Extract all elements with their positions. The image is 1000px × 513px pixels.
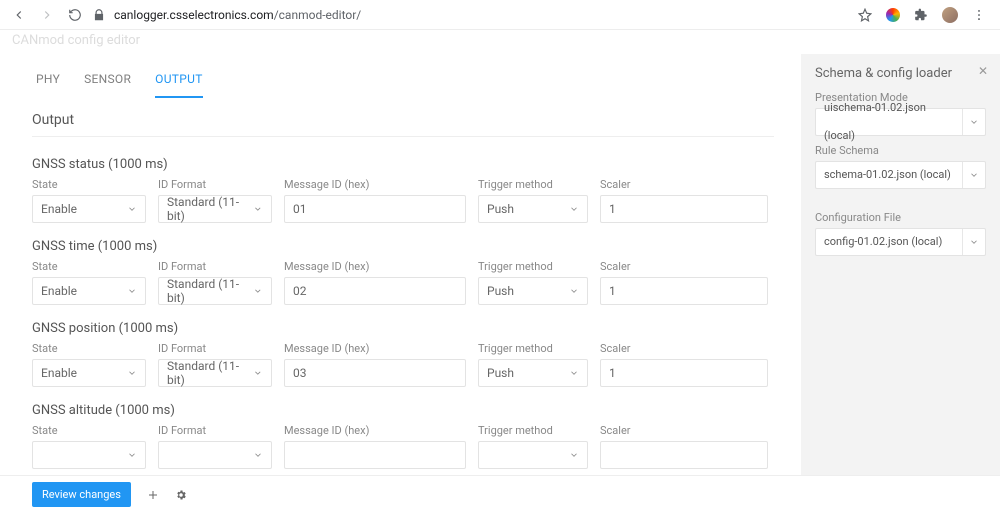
trigger-select[interactable]: Push — [478, 195, 588, 223]
group-title: GNSS altitude (1000 ms) — [32, 403, 801, 418]
main-form: PHY SENSOR OUTPUT Output GNSS status (10… — [0, 54, 801, 475]
extension-color-icon[interactable] — [886, 8, 900, 22]
chevron-down-icon — [569, 286, 579, 296]
msgid-input[interactable] — [284, 441, 466, 469]
tab-sensor[interactable]: SENSOR — [84, 72, 131, 98]
browser-toolbar: canlogger.csselectronics.com/canmod-edit… — [0, 0, 1000, 30]
idformat-label: ID Format — [158, 424, 272, 437]
ruleschema-select[interactable]: schema-01.02.json (local) — [815, 161, 986, 189]
chevron-down-icon — [969, 170, 979, 180]
chevron-down-icon — [569, 204, 579, 214]
idformat-label: ID Format — [158, 342, 272, 355]
state-label: State — [32, 424, 146, 437]
chevron-down-icon — [969, 237, 979, 247]
trigger-label: Trigger method — [478, 260, 588, 273]
idformat-select[interactable]: Standard (11-bit) — [158, 277, 272, 305]
chevron-down-icon — [127, 204, 137, 214]
idformat-label: ID Format — [158, 178, 272, 191]
chevron-down-icon — [127, 286, 137, 296]
chevron-down-icon — [127, 450, 137, 460]
presentation-select[interactable]: uischema-01.02.json (local) — [815, 108, 986, 136]
state-select[interactable]: Enable — [32, 277, 146, 305]
tab-output[interactable]: OUTPUT — [155, 72, 203, 98]
msgid-label: Message ID (hex) — [284, 424, 466, 437]
idformat-select[interactable]: Standard (11-bit) — [158, 359, 272, 387]
forward-icon[interactable] — [40, 8, 54, 22]
scaler-input[interactable]: 1 — [600, 195, 768, 223]
msgid-label: Message ID (hex) — [284, 178, 466, 191]
footer-bar: Review changes — [0, 475, 1000, 513]
trigger-label: Trigger method — [478, 178, 588, 191]
section-title: Output — [32, 112, 774, 137]
chevron-down-icon — [569, 450, 579, 460]
msgid-input[interactable]: 02 — [284, 277, 466, 305]
group-title: GNSS time (1000 ms) — [32, 239, 801, 254]
close-icon[interactable]: ✕ — [978, 64, 988, 78]
configfile-label: Configuration File — [815, 211, 986, 224]
scaler-label: Scaler — [600, 424, 768, 437]
tab-bar: PHY SENSOR OUTPUT — [32, 64, 801, 98]
loader-title: Schema & config loader — [815, 66, 986, 81]
chevron-down-icon — [253, 204, 263, 214]
trigger-select[interactable]: Push — [478, 277, 588, 305]
state-select[interactable]: Enable — [32, 195, 146, 223]
field-row: State ID Format Message ID (hex) Trigger… — [32, 424, 774, 469]
idformat-select[interactable] — [158, 441, 272, 469]
url-text: canlogger.csselectronics.com/canmod-edit… — [114, 8, 361, 22]
trigger-select[interactable] — [478, 441, 588, 469]
app-title: CANmod config editor — [12, 34, 988, 48]
msgid-input[interactable]: 03 — [284, 359, 466, 387]
scaler-input[interactable]: 1 — [600, 359, 768, 387]
field-row: State Enable ID Format Standard (11-bit) M… — [32, 260, 774, 305]
scaler-label: Scaler — [600, 342, 768, 355]
configfile-select[interactable]: config-01.02.json (local) — [815, 228, 986, 256]
lock-icon — [92, 8, 106, 22]
app-header: CANmod config editor — [0, 30, 1000, 54]
profile-avatar[interactable] — [942, 7, 958, 23]
star-icon[interactable] — [858, 8, 872, 22]
reload-icon[interactable] — [68, 8, 82, 22]
extensions-icon[interactable] — [914, 8, 928, 22]
chevron-down-icon — [253, 450, 263, 460]
trigger-label: Trigger method — [478, 342, 588, 355]
state-label: State — [32, 260, 146, 273]
group-title: GNSS status (1000 ms) — [32, 157, 801, 172]
idformat-select[interactable]: Standard (11-bit) — [158, 195, 272, 223]
chevron-down-icon — [969, 117, 979, 127]
field-row: State Enable ID Format Standard (11-bit) M… — [32, 178, 774, 223]
address-bar[interactable]: canlogger.csselectronics.com/canmod-edit… — [92, 8, 842, 22]
idformat-label: ID Format — [158, 260, 272, 273]
state-select[interactable]: Enable — [32, 359, 146, 387]
trigger-label: Trigger method — [478, 424, 588, 437]
back-icon[interactable] — [12, 8, 26, 22]
chevron-down-icon — [127, 368, 137, 378]
tab-phy[interactable]: PHY — [36, 72, 60, 98]
gear-icon[interactable] — [175, 489, 187, 501]
scaler-label: Scaler — [600, 178, 768, 191]
chevron-down-icon — [569, 368, 579, 378]
trigger-select[interactable]: Push — [478, 359, 588, 387]
msgid-label: Message ID (hex) — [284, 342, 466, 355]
state-label: State — [32, 342, 146, 355]
state-label: State — [32, 178, 146, 191]
msgid-label: Message ID (hex) — [284, 260, 466, 273]
scaler-label: Scaler — [600, 260, 768, 273]
group-title: GNSS position (1000 ms) — [32, 321, 801, 336]
chevron-down-icon — [253, 286, 263, 296]
schema-loader-panel: ✕ Schema & config loader Presentation Mo… — [801, 54, 1000, 494]
field-row: State Enable ID Format Standard (11-bit) M… — [32, 342, 774, 387]
state-select[interactable] — [32, 441, 146, 469]
plus-icon[interactable] — [147, 489, 159, 501]
chevron-down-icon — [253, 368, 263, 378]
scaler-input[interactable]: 1 — [600, 277, 768, 305]
scaler-input[interactable] — [600, 441, 768, 469]
menu-dots-icon[interactable] — [972, 8, 986, 22]
review-changes-button[interactable]: Review changes — [32, 482, 131, 507]
msgid-input[interactable]: 01 — [284, 195, 466, 223]
